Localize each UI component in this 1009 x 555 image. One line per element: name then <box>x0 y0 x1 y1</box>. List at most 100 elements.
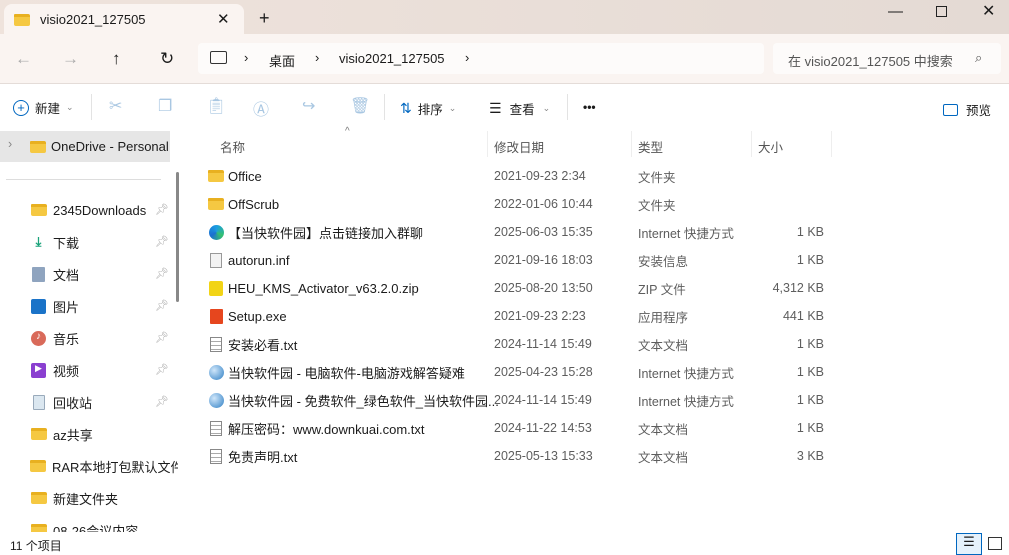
column-divider[interactable] <box>487 131 488 157</box>
pin-icon[interactable]: 📌︎ <box>155 267 169 280</box>
folder-icon <box>30 492 47 504</box>
file-name: Setup.exe <box>228 308 287 324</box>
back-button[interactable]: ← <box>15 49 32 69</box>
file-type: 文件夹 <box>638 198 676 213</box>
file-row[interactable]: autorun.inf 2021-09-16 18:03 安装信息 1 KB <box>200 246 840 274</box>
globe-icon <box>208 364 224 380</box>
sidebar-item-onedrive[interactable]: › OneDrive - Personal <box>0 131 170 162</box>
pin-icon[interactable]: 📌︎ <box>155 299 169 312</box>
chevron-right-icon: › <box>465 50 470 65</box>
close-tab-icon[interactable]: ✕ <box>217 10 230 28</box>
file-row[interactable]: 免责声明.txt 2025-05-13 15:33 文本文档 3 KB <box>200 442 840 470</box>
this-pc-icon <box>210 51 227 64</box>
preview-button[interactable]: 预览 <box>943 100 991 119</box>
column-divider[interactable] <box>631 131 632 157</box>
sidebar-item-label: 2345Downloads <box>53 202 147 218</box>
navigation-pane: › OneDrive - Personal 2345Downloads 📌︎ ⤓ 下载… <box>0 130 186 539</box>
refresh-button[interactable]: ↻ <box>160 49 174 69</box>
file-row[interactable]: Setup.exe 2021-09-23 2:23 应用程序 441 KB <box>200 302 840 330</box>
share-icon[interactable]: ↪ <box>302 96 315 116</box>
file-date: 2021-09-16 18:03 <box>494 253 593 267</box>
column-divider[interactable] <box>831 131 832 157</box>
paste-icon[interactable]: 📋︎ <box>206 96 226 116</box>
file-row[interactable]: 安装必看.txt 2024-11-14 15:49 文本文档 1 KB <box>200 330 840 358</box>
file-size: 3 KB <box>796 449 824 463</box>
column-header-size[interactable]: 大小 <box>758 137 783 156</box>
divider <box>91 94 92 120</box>
file-name: Office <box>228 168 262 184</box>
sort-button[interactable]: ⇅ 排序 ⌄ <box>400 99 456 118</box>
pin-icon[interactable]: 📌︎ <box>155 395 169 408</box>
file-date: 2022-01-06 10:44 <box>494 197 593 211</box>
search-input[interactable]: 在 visio2021_127505 中搜索 ⌕ <box>773 43 1001 74</box>
file-name: 解压密码：www.downkuai.com.txt <box>228 421 425 437</box>
column-divider[interactable] <box>751 131 752 157</box>
sidebar-item[interactable]: 新建文件夹 <box>30 483 178 513</box>
file-size: 1 KB <box>796 365 824 379</box>
folder-icon <box>30 141 46 153</box>
pin-icon[interactable]: 📌︎ <box>155 203 169 216</box>
tab-active[interactable]: visio2021_127505 ✕ <box>4 4 244 36</box>
tiles-view-button[interactable] <box>988 537 1002 550</box>
file-row[interactable]: 当快软件园 - 免费软件_绿色软件_当快软件园... 2024-11-14 15… <box>200 386 840 414</box>
pin-icon[interactable]: 📌︎ <box>155 235 169 248</box>
details-view-button[interactable]: ☰ <box>956 533 982 555</box>
chevron-down-icon: ⌄ <box>66 102 74 112</box>
preview-pane-icon <box>943 103 958 116</box>
column-header-type[interactable]: 类型 <box>638 137 663 156</box>
pin-icon[interactable]: 📌︎ <box>155 363 169 376</box>
sidebar-item-label: 音乐 <box>53 331 80 347</box>
rename-icon[interactable]: Ⓐ <box>253 96 269 120</box>
file-date: 2021-09-23 2:23 <box>494 309 586 323</box>
pin-icon[interactable]: 📌︎ <box>155 331 169 344</box>
breadcrumb-folder[interactable]: visio2021_127505 <box>339 51 445 66</box>
file-date: 2025-06-03 15:35 <box>494 225 593 239</box>
file-row[interactable]: 当快软件园 - 电脑软件-电脑游戏解答疑难 2025-04-23 15:28 I… <box>200 358 840 386</box>
file-row[interactable]: HEU_KMS_Activator_v63.2.0.zip 2025-08-20… <box>200 274 840 302</box>
address-bar[interactable]: › 桌面 › visio2021_127505 › <box>198 43 764 74</box>
sidebar-scrollbar[interactable] <box>176 172 179 302</box>
sort-label: 排序 <box>417 103 443 117</box>
search-icon: ⌕ <box>975 50 983 65</box>
tab-title: visio2021_127505 <box>40 12 146 27</box>
file-row[interactable]: 解压密码：www.downkuai.com.txt 2024-11-22 14:… <box>200 414 840 442</box>
maximize-button[interactable] <box>936 6 947 17</box>
file-date: 2021-09-23 2:34 <box>494 169 586 183</box>
file-row[interactable]: Office 2021-09-23 2:34 文件夹 <box>200 162 840 190</box>
up-button[interactable]: ↑ <box>112 49 121 69</box>
file-date: 2025-04-23 15:28 <box>494 365 593 379</box>
file-name: 安装必看.txt <box>228 337 298 353</box>
minimize-button[interactable]: — <box>888 3 903 20</box>
new-button[interactable]: + 新建 ⌄ <box>13 98 74 117</box>
file-name: HEU_KMS_Activator_v63.2.0.zip <box>228 280 419 296</box>
file-type: Internet 快捷方式 <box>638 226 734 241</box>
breadcrumb-desktop[interactable]: 桌面 <box>269 51 295 70</box>
close-window-button[interactable]: ✕ <box>982 1 995 21</box>
file-size: 1 KB <box>796 253 824 267</box>
folder-icon <box>208 168 224 184</box>
folder-icon <box>14 14 30 26</box>
file-row[interactable]: 【当快软件园】点击链接加入群聊 2025-06-03 15:35 Interne… <box>200 218 840 246</box>
sidebar-item-label: 图片 <box>53 299 80 315</box>
chevron-right-icon: › <box>8 137 13 151</box>
sidebar-item-label: 新建文件夹 <box>53 491 119 507</box>
file-type: ZIP 文件 <box>638 282 686 297</box>
chevron-down-icon: ⌄ <box>542 103 551 113</box>
folder-icon <box>30 460 46 472</box>
copy-icon[interactable]: ❐ <box>158 96 172 116</box>
view-button[interactable]: ☰ 查看 ⌄ <box>489 99 550 118</box>
column-header-name[interactable]: 名称 <box>220 137 245 156</box>
more-options-button[interactable]: ••• <box>583 100 596 114</box>
new-tab-button[interactable]: + <box>259 8 270 29</box>
delete-icon[interactable]: 🗑︎ <box>350 96 370 116</box>
file-row[interactable]: OffScrub 2022-01-06 10:44 文件夹 <box>200 190 840 218</box>
column-header-date[interactable]: 修改日期 <box>494 137 544 156</box>
txt-icon <box>208 448 224 464</box>
forward-button[interactable]: → <box>62 49 79 69</box>
sidebar-item-label: 视频 <box>53 363 80 379</box>
sidebar-item[interactable]: az共享 <box>30 419 178 449</box>
folder-icon <box>30 204 47 216</box>
file-type: 文件夹 <box>638 170 676 185</box>
cut-icon[interactable]: ✂ <box>109 96 122 116</box>
sidebar-item[interactable]: RAR本地打包默认文件 <box>30 451 178 481</box>
